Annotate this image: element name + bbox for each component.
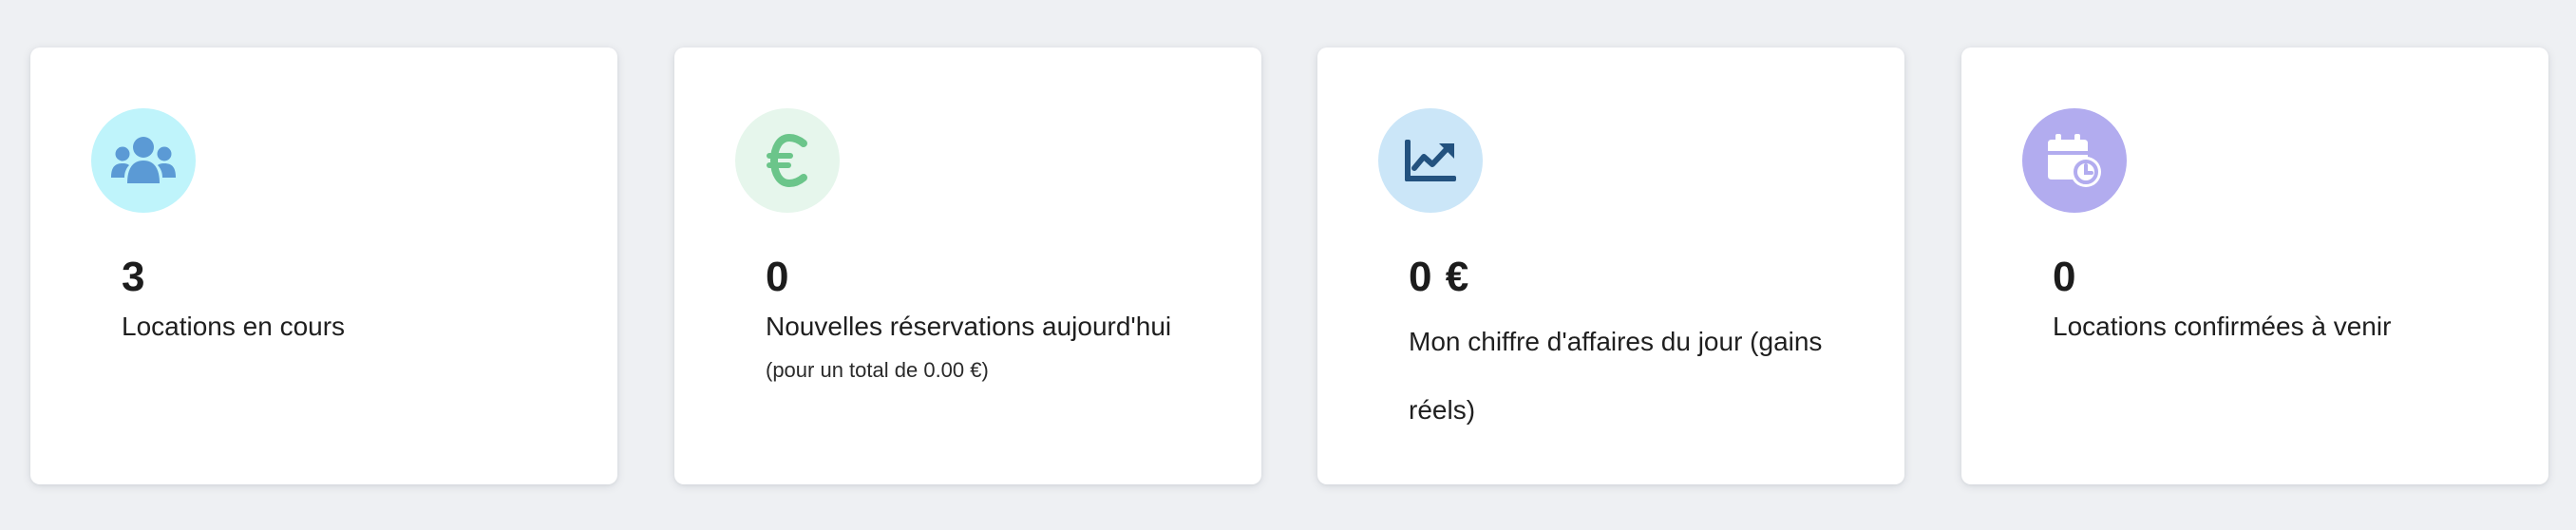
new-bookings-label: Nouvelles réservations aujourd'hui (766, 312, 1172, 341)
current-rentals-value: 3 (122, 254, 146, 300)
users-icon-badge (91, 108, 196, 213)
daily-revenue-value: 0 € (1409, 254, 1470, 300)
euro-icon-badge (735, 108, 840, 213)
stats-cards: 3 Locations en cours 0 Nouvelles réserva… (30, 47, 2548, 484)
calendar-clock-icon-badge (2022, 108, 2127, 213)
euro-icon (767, 134, 807, 187)
stat-card-daily-revenue: 0 € Mon chiffre d'affaires du jour (gain… (1317, 47, 1904, 484)
daily-revenue-label: Mon chiffre d'affaires du jour (gains ré… (1409, 327, 1823, 425)
chart-line-icon-badge (1378, 108, 1483, 213)
stat-card-new-bookings: 0 Nouvelles réservations aujourd'hui (po… (674, 47, 1261, 484)
chart-line-icon (1405, 140, 1456, 181)
stat-card-upcoming-rentals: 0 Locations confirmées à venir (1961, 47, 2548, 484)
dashboard-page: { "cards": [ { "icon": "users-icon", "ic… (0, 0, 2576, 530)
new-bookings-total: (pour un total de 0.00 €) (766, 358, 989, 382)
new-bookings-value: 0 (766, 254, 790, 300)
upcoming-rentals-value: 0 (2053, 254, 2077, 300)
users-icon (111, 137, 176, 183)
upcoming-rentals-label: Locations confirmées à venir (2053, 312, 2392, 341)
current-rentals-label: Locations en cours (122, 312, 346, 341)
stat-card-current-rentals: 3 Locations en cours (30, 47, 617, 484)
calendar-clock-icon (2048, 134, 2101, 187)
